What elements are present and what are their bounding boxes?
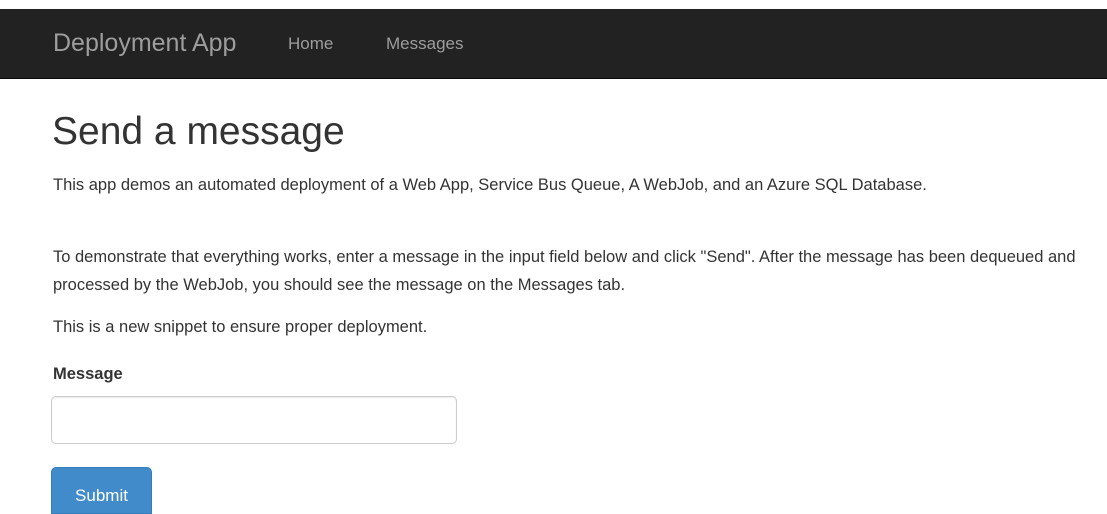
snippet-paragraph: This is a new snippet to ensure proper d… [53,318,428,336]
submit-button[interactable]: Submit [51,467,152,514]
brand-link[interactable]: Deployment App [53,28,236,58]
intro-paragraph: This app demos an automated deployment o… [53,176,927,194]
message-input[interactable] [51,396,457,444]
message-label: Message [53,365,123,383]
nav-link-home[interactable]: Home [288,33,333,55]
page-title: Send a message [52,110,345,153]
instructions-paragraph: To demonstrate that everything works, en… [53,248,1076,294]
navbar: Deployment App Home Messages [0,9,1107,79]
nav-link-messages[interactable]: Messages [386,33,463,55]
